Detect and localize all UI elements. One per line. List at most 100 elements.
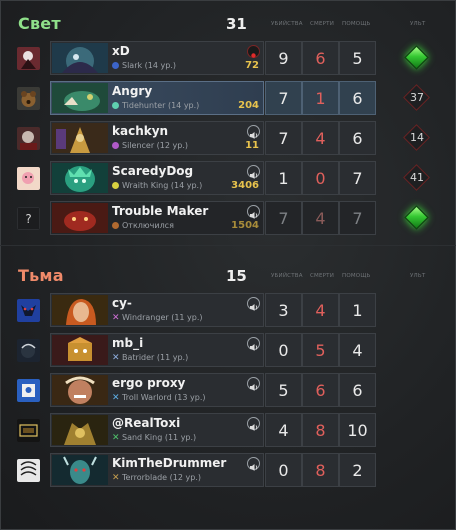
assists-value: 6 [339,121,376,155]
hero-panel[interactable]: Trouble Maker Отключился 1504 [50,201,264,235]
player-row-dire[interactable]: cy- ✕ Windranger (11 ур.) 3 4 1 [0,292,456,328]
hero-name: Silencer [122,141,155,150]
hero-panel[interactable]: cy- ✕ Windranger (11 ур.) [50,293,264,327]
player-name: kachkyn [112,124,169,138]
player-color-dot [112,62,119,69]
player-row-dire[interactable]: KimTheDrummer ✕ Terrorblade (12 ур.) 0 8 … [0,452,456,488]
hero-panel[interactable]: xD Slark (14 ур.) 72 [50,41,264,75]
speaker-icon[interactable] [247,125,260,139]
player-avatar [17,127,40,150]
hero-level: (11 ур.) [164,433,197,442]
kills-value: 7 [265,121,302,155]
hero-portrait [52,295,108,325]
ult-cooldown: 37 [410,91,424,104]
hero-portrait [52,455,108,485]
ult-cooldown-icon: 41 [403,164,431,192]
player-stats: 0 8 2 [265,453,376,487]
player-color-mark: ✕ [112,313,120,323]
hero-info: Отключился [112,221,174,230]
col-deaths-header: смерти [310,21,335,27]
speaker-icon[interactable] [247,377,260,391]
speaker-icon[interactable] [247,205,260,219]
assists-value: 7 [339,161,376,195]
hero-level: (14 ур.) [170,181,203,190]
ult-cooldown-icon: 14 [403,124,431,152]
player-gold: 72 [245,60,259,71]
hero-portrait [52,375,108,405]
player-color-dot [112,102,119,109]
dire-team-name: Тьма [18,266,64,285]
speaker-icon[interactable] [247,165,260,179]
player-row-radiant[interactable]: xD Slark (14 ур.) 72 9 6 5 [0,40,456,76]
hero-panel[interactable]: ergo proxy ✕ Troll Warlord (13 ур.) [50,373,264,407]
radiant-score: 31 [226,15,247,33]
assists-value: 6 [339,373,376,407]
player-row-dire[interactable]: ergo proxy ✕ Troll Warlord (13 ур.) 5 6 6 [0,372,456,408]
unknown-avatar-icon: ? [17,207,40,230]
player-row-radiant[interactable]: kachkyn Silencer (12 ур.) 11 7 4 6 14 [0,120,456,156]
hero-level: (11 ур.) [171,313,203,322]
kills-value: 0 [265,333,302,367]
speaker-icon[interactable] [247,337,260,351]
hero-name: Troll Warlord [122,393,172,402]
player-avatar [17,379,40,402]
player-row-dire[interactable]: mb_i ✕ Batrider (11 ур.) 0 5 4 [0,332,456,368]
disconnected-status: Отключился [122,221,174,230]
player-gold: 3406 [231,180,259,191]
hero-info: ✕ Sand King (11 ур.) [112,433,196,443]
player-stats: 7 4 6 [265,121,376,155]
deaths-value: 4 [302,293,339,327]
player-name: KimTheDrummer [112,456,227,470]
team-divider [0,245,456,246]
hero-panel[interactable]: @RealToxi ✕ Sand King (11 ур.) [50,413,264,447]
svg-text:?: ? [25,212,31,226]
player-name: Angry [112,84,153,98]
hero-level: (12 ур.) [156,141,188,150]
hero-level: (14 ур.) [167,101,200,110]
hero-panel[interactable]: ScaredyDog Wraith King (14 ур.) 3406 [50,161,264,195]
deaths-value: 4 [302,121,339,155]
hero-panel[interactable]: mb_i ✕ Batrider (11 ур.) [50,333,264,367]
player-row-radiant[interactable]: ? Trouble Maker Отключился 1504 7 4 7 [0,200,456,236]
hero-portrait [52,163,108,193]
hero-portrait [52,83,108,113]
hero-info: ✕ Terrorblade (12 ур.) [112,473,201,483]
col-assists-header: помощь [342,21,371,27]
speaker-icon[interactable] [247,417,260,431]
hero-name: Wraith King [122,181,169,190]
col-ult-header: ульт [410,21,426,27]
hero-panel[interactable]: Angry Tidehunter (14 ур.) 204 [50,81,264,115]
speaker-icon[interactable] [247,297,260,311]
hero-panel[interactable]: kachkyn Silencer (12 ур.) 11 [50,121,264,155]
player-stats: 1 0 7 [265,161,376,195]
kills-value: 9 [265,41,302,75]
deaths-value: 8 [302,413,339,447]
hero-panel[interactable]: KimTheDrummer ✕ Terrorblade (12 ур.) [50,453,264,487]
player-stats: 3 4 1 [265,293,376,327]
record-icon[interactable] [247,45,260,58]
player-avatar [17,87,40,110]
col-kills-header: убийства [271,273,303,279]
hero-portrait [52,43,108,73]
hero-name: Windranger [122,313,169,322]
player-avatar [17,47,40,70]
player-row-radiant[interactable]: Angry Tidehunter (14 ур.) 204 7 1 6 37 [0,80,456,116]
col-assists-header: помощь [342,273,371,279]
ult-ready-icon [403,44,431,72]
deaths-value: 6 [302,373,339,407]
hero-info: Wraith King (14 ур.) [112,181,202,190]
player-row-radiant[interactable]: ScaredyDog Wraith King (14 ур.) 3406 1 0… [0,160,456,196]
deaths-value: 4 [302,201,339,235]
hero-info: ✕ Windranger (11 ур.) [112,313,203,323]
deaths-value: 0 [302,161,339,195]
player-row-dire[interactable]: @RealToxi ✕ Sand King (11 ур.) 4 8 10 [0,412,456,448]
col-deaths-header: смерти [310,273,335,279]
hero-portrait [52,123,108,153]
speaker-icon[interactable] [247,457,260,471]
player-gold: 1504 [231,220,259,231]
player-color-mark: ✕ [112,393,120,403]
kills-value: 4 [265,413,302,447]
kills-value: 0 [265,453,302,487]
kills-value: 3 [265,293,302,327]
player-stats: 5 6 6 [265,373,376,407]
